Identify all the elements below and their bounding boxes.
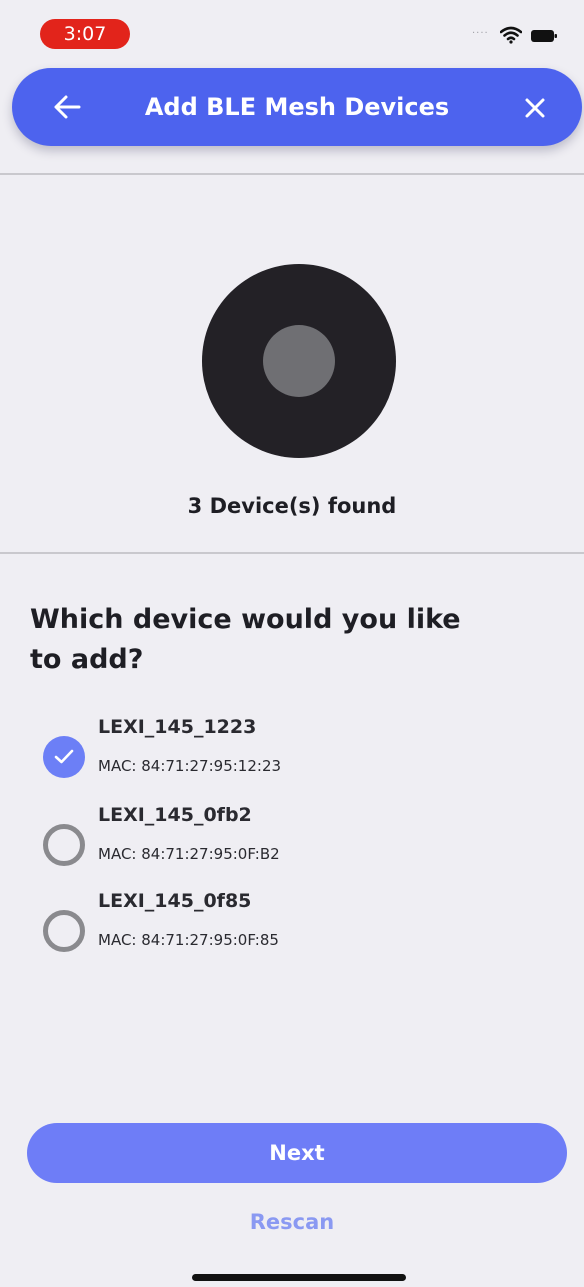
device-option-2[interactable]: LEXI_145_0fb2 MAC: 84:71:27:95:0F:B2 [0,804,584,884]
radio-checked-icon[interactable] [43,736,85,778]
device-mac: MAC: 84:71:27:95:0F:B2 [98,845,280,863]
device-mac: MAC: 84:71:27:95:0F:85 [98,931,279,949]
next-button[interactable]: Next [27,1123,567,1183]
header-divider [0,173,584,175]
status-bar: 3:07 .... [0,0,584,62]
signal-indicator: .... [472,25,489,36]
section-divider [0,552,584,554]
app-header: Add BLE Mesh Devices [12,68,582,146]
scan-radar-indicator [202,264,396,458]
device-option-1[interactable]: LEXI_145_1223 MAC: 84:71:27:95:12:23 [0,716,584,796]
radio-unchecked-icon[interactable] [43,824,85,866]
scan-center-dot [263,325,335,397]
battery-icon [531,30,557,42]
arrow-left-icon[interactable] [52,93,82,121]
home-indicator [192,1274,406,1281]
checkmark-icon [54,749,74,764]
device-mac: MAC: 84:71:27:95:12:23 [98,757,282,775]
close-icon[interactable] [524,97,546,119]
devices-found-count: 3 Device(s) found [187,494,397,518]
page-title: Add BLE Mesh Devices [144,93,450,121]
device-question: Which device would you like to add? [30,604,461,675]
status-time: 3:07 [40,19,130,49]
device-name: LEXI_145_0f85 [98,890,252,912]
wifi-icon [500,26,522,44]
device-option-3[interactable]: LEXI_145_0f85 MAC: 84:71:27:95:0F:85 [0,890,584,970]
device-name: LEXI_145_1223 [98,716,257,738]
rescan-button[interactable]: Rescan [0,1210,584,1234]
device-name: LEXI_145_0fb2 [98,804,252,826]
radio-unchecked-icon[interactable] [43,910,85,952]
